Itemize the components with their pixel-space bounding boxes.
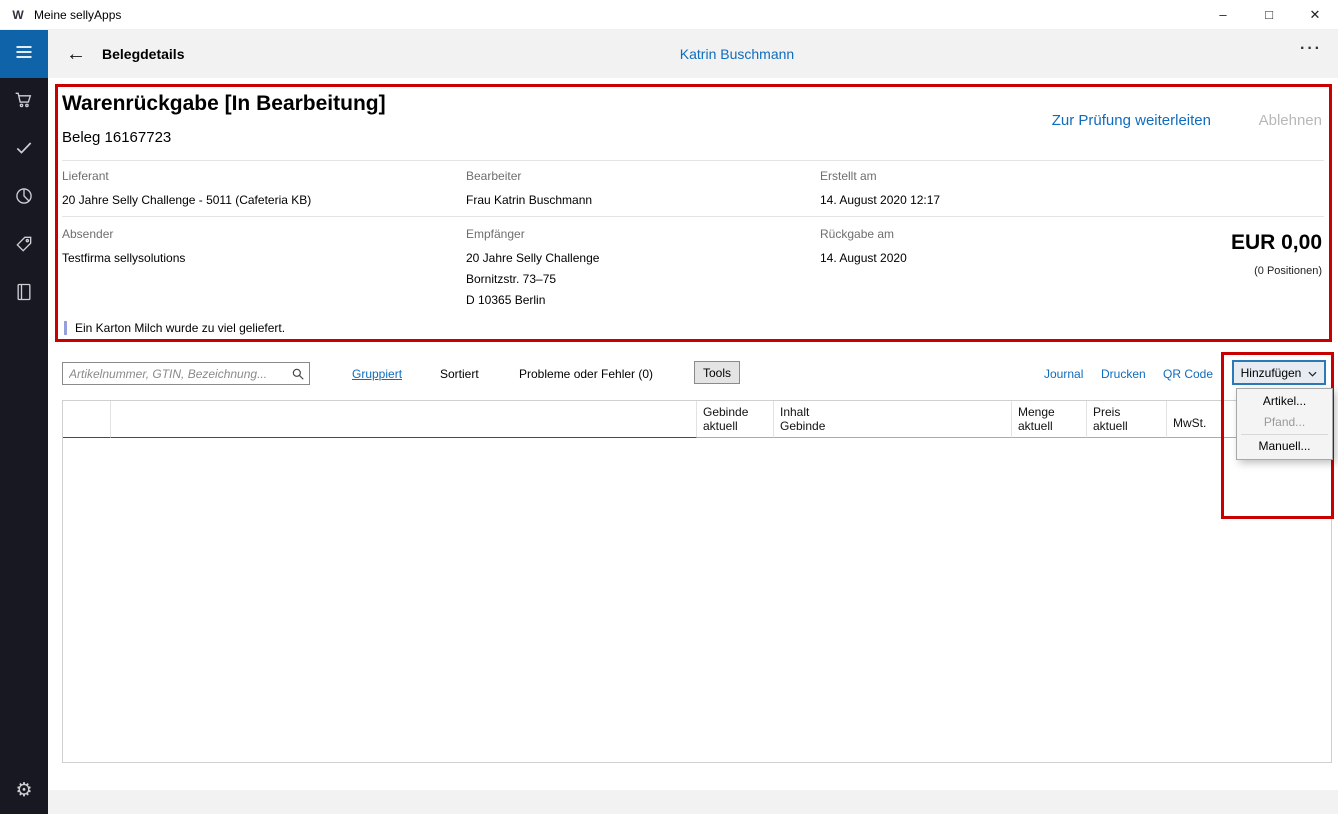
problems-filter[interactable]: Probleme oder Fehler (0)	[519, 367, 653, 381]
column-header-inhalt[interactable]: Inhalt Gebinde	[774, 401, 1012, 438]
checkmark-icon	[14, 138, 34, 163]
qr-code-link[interactable]: QR Code	[1163, 367, 1213, 381]
field-label: Absender	[62, 227, 185, 241]
field-bearbeiter: Bearbeiter Frau Katrin Buschmann	[466, 169, 592, 211]
note-accent-bar	[64, 321, 67, 335]
table-body-empty	[63, 438, 1331, 763]
document-total: EUR 0,00	[1231, 231, 1322, 255]
book-icon	[14, 282, 34, 307]
positions-table: Gebinde aktuell Inhalt Gebinde Menge akt…	[62, 400, 1332, 763]
menu-item-pfand[interactable]: Pfand...	[1237, 412, 1332, 433]
search-input[interactable]	[63, 367, 287, 381]
field-label: Lieferant	[62, 169, 311, 183]
tools-button[interactable]: Tools	[694, 361, 740, 384]
divider	[62, 160, 1324, 161]
cart-icon	[14, 90, 34, 115]
tools-button-label: Tools	[703, 366, 731, 380]
field-label: Erstellt am	[820, 169, 940, 183]
field-label: Bearbeiter	[466, 169, 592, 183]
field-lieferant: Lieferant 20 Jahre Selly Challenge - 501…	[62, 169, 311, 211]
sidebar-item-cart[interactable]	[0, 78, 48, 126]
reject-button[interactable]: Ablehnen	[1259, 112, 1322, 129]
chevron-down-icon	[1308, 366, 1317, 380]
price-tag-icon	[14, 234, 34, 259]
app-logo-icon: W	[10, 7, 26, 23]
hamburger-icon	[14, 42, 34, 67]
column-header-gebinde[interactable]: Gebinde aktuell	[697, 401, 774, 438]
titlebar: W Meine sellyApps – □ ✕	[0, 0, 1338, 30]
menu-separator	[1241, 434, 1328, 435]
gear-icon: ⚙	[15, 781, 32, 800]
field-value: 20 Jahre Selly Challenge - 5011 (Cafeter…	[62, 190, 311, 211]
print-link[interactable]: Drucken	[1101, 367, 1146, 381]
document-positions-count: (0 Positionen)	[1254, 265, 1322, 277]
document-title: Warenrückgabe [In Bearbeitung]	[62, 92, 386, 116]
field-value: 14. August 2020 12:17	[820, 190, 940, 211]
field-rueckgabe-am: Rückgabe am 14. August 2020	[820, 227, 907, 269]
add-button-label: Hinzufügen	[1241, 366, 1302, 380]
document-note: Ein Karton Milch wurde zu viel geliefert…	[64, 321, 285, 335]
minimize-button[interactable]: –	[1200, 0, 1246, 30]
sidebar-item-price-tag[interactable]	[0, 222, 48, 270]
column-header-mwst[interactable]: MwSt.	[1167, 401, 1224, 438]
add-dropdown-menu: Artikel... Pfand... Manuell...	[1236, 388, 1333, 460]
sidebar-item-statistics[interactable]	[0, 174, 48, 222]
menu-item-manuell[interactable]: Manuell...	[1237, 436, 1332, 457]
pie-chart-icon	[14, 186, 34, 211]
column-header-preis[interactable]: Preis aktuell	[1087, 401, 1167, 438]
field-value: Frau Katrin Buschmann	[466, 190, 592, 211]
document-number: Beleg 16167723	[62, 129, 171, 146]
field-value: Testfirma sellysolutions	[62, 248, 185, 269]
more-options-icon[interactable]: ···	[1300, 40, 1322, 58]
search-icon[interactable]	[287, 367, 309, 381]
column-header[interactable]	[63, 401, 111, 438]
field-label: Empfänger	[466, 227, 599, 241]
sorted-toggle[interactable]: Sortiert	[440, 367, 479, 381]
note-text: Ein Karton Milch wurde zu viel geliefert…	[75, 321, 285, 335]
hamburger-menu-button[interactable]	[0, 30, 48, 78]
divider	[62, 216, 1324, 217]
window-controls: – □ ✕	[1200, 0, 1338, 30]
table-header-row: Gebinde aktuell Inhalt Gebinde Menge akt…	[63, 401, 1331, 438]
field-label: Rückgabe am	[820, 227, 907, 241]
menu-item-artikel[interactable]: Artikel...	[1237, 391, 1332, 412]
grouped-toggle[interactable]: Gruppiert	[352, 367, 402, 381]
close-button[interactable]: ✕	[1292, 0, 1338, 30]
bottom-bar	[48, 790, 1338, 814]
app-window: W Meine sellyApps – □ ✕	[0, 0, 1338, 814]
page-header: ← Belegdetails Katrin Buschmann ···	[48, 30, 1338, 78]
field-value: 20 Jahre Selly Challenge Bornitzstr. 73–…	[466, 248, 599, 311]
add-button[interactable]: Hinzufügen	[1232, 360, 1326, 385]
field-value: 14. August 2020	[820, 248, 907, 269]
sidebar-item-settings[interactable]: ⚙	[0, 766, 48, 814]
current-user[interactable]: Katrin Buschmann	[48, 46, 1338, 62]
field-absender: Absender Testfirma sellysolutions	[62, 227, 185, 269]
app-title: Meine sellyApps	[34, 8, 121, 22]
maximize-button[interactable]: □	[1246, 0, 1292, 30]
column-header[interactable]	[111, 401, 697, 438]
sidebar: ⚙	[0, 30, 48, 814]
article-search	[62, 362, 310, 385]
field-empfaenger: Empfänger 20 Jahre Selly Challenge Borni…	[466, 227, 599, 311]
forward-for-review-button[interactable]: Zur Prüfung weiterleiten	[1052, 112, 1211, 129]
field-erstellt-am: Erstellt am 14. August 2020 12:17	[820, 169, 940, 211]
journal-link[interactable]: Journal	[1044, 367, 1083, 381]
sidebar-item-catalog[interactable]	[0, 270, 48, 318]
sidebar-item-approvals[interactable]	[0, 126, 48, 174]
column-header-menge[interactable]: Menge aktuell	[1012, 401, 1087, 438]
